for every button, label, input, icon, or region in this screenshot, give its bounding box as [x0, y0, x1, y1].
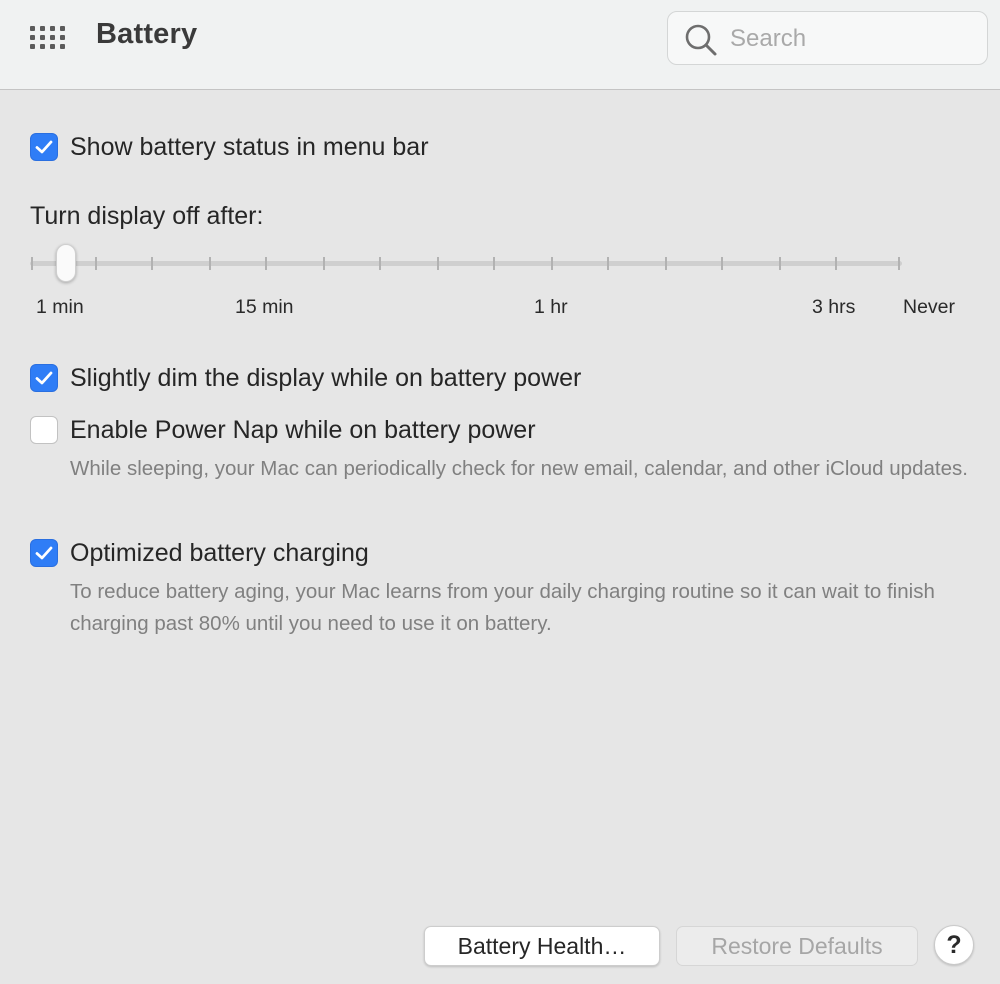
show-battery-status-label: Show battery status in menu bar: [70, 132, 429, 161]
optimized-charging-row: Optimized battery charging: [30, 538, 369, 568]
display-off-slider[interactable]: [30, 244, 902, 284]
dim-display-checkbox[interactable]: [30, 364, 58, 392]
slider-tick: [779, 257, 781, 270]
checkmark-icon: [35, 371, 53, 385]
slider-tick: [493, 257, 495, 270]
tick-label-15-min: 15 min: [235, 296, 294, 318]
dim-display-row: Slightly dim the display while on batter…: [30, 363, 581, 393]
slider-tick: [665, 257, 667, 270]
slider-tick: [721, 257, 723, 270]
toolbar: Battery: [0, 0, 1000, 90]
power-nap-description: While sleeping, your Mac can periodicall…: [70, 457, 968, 480]
checkmark-icon: [35, 546, 53, 560]
slider-track: [30, 261, 902, 266]
tick-label-never: Never: [903, 296, 956, 318]
slider-tick: [379, 257, 381, 270]
optimized-charging-description: To reduce battery aging, your Mac learns…: [70, 580, 935, 635]
help-button[interactable]: ?: [934, 925, 974, 965]
restore-defaults-button[interactable]: Restore Defaults: [676, 926, 918, 966]
slider-tick: [323, 257, 325, 270]
dim-display-label: Slightly dim the display while on batter…: [70, 363, 582, 392]
grid-icon[interactable]: [30, 26, 68, 52]
tick-label-1-min: 1 min: [36, 296, 84, 318]
show-battery-status-checkbox[interactable]: [30, 133, 58, 161]
slider-tick: [209, 257, 211, 270]
slider-thumb[interactable]: [56, 244, 76, 282]
power-nap-row: Enable Power Nap while on battery power: [30, 415, 536, 445]
power-nap-label: Enable Power Nap while on battery power: [70, 415, 536, 444]
slider-tick: [151, 257, 153, 270]
show-battery-status-row: Show battery status in menu bar: [30, 132, 429, 162]
tick-label-1-hr: 1 hr: [534, 296, 568, 318]
slider-tick: [95, 257, 97, 270]
power-nap-checkbox[interactable]: [30, 416, 58, 444]
slider-tick: [898, 257, 900, 270]
magnifying-glass-icon: [684, 23, 718, 62]
slider-tick: [265, 257, 267, 270]
search-field[interactable]: [667, 11, 988, 65]
slider-tick: [551, 257, 553, 270]
checkmark-icon: [35, 140, 53, 154]
battery-health-button[interactable]: Battery Health…: [424, 926, 660, 966]
search-input[interactable]: [728, 22, 972, 56]
slider-tick: [835, 257, 837, 270]
slider-tick: [607, 257, 609, 270]
slider-tick: [31, 257, 33, 270]
display-off-label: Turn display off after:: [30, 202, 264, 230]
optimized-charging-checkbox[interactable]: [30, 539, 58, 567]
optimized-charging-label: Optimized battery charging: [70, 538, 369, 567]
slider-tick: [437, 257, 439, 270]
window-title: Battery: [96, 18, 198, 50]
tick-label-3-hrs: 3 hrs: [812, 296, 856, 318]
